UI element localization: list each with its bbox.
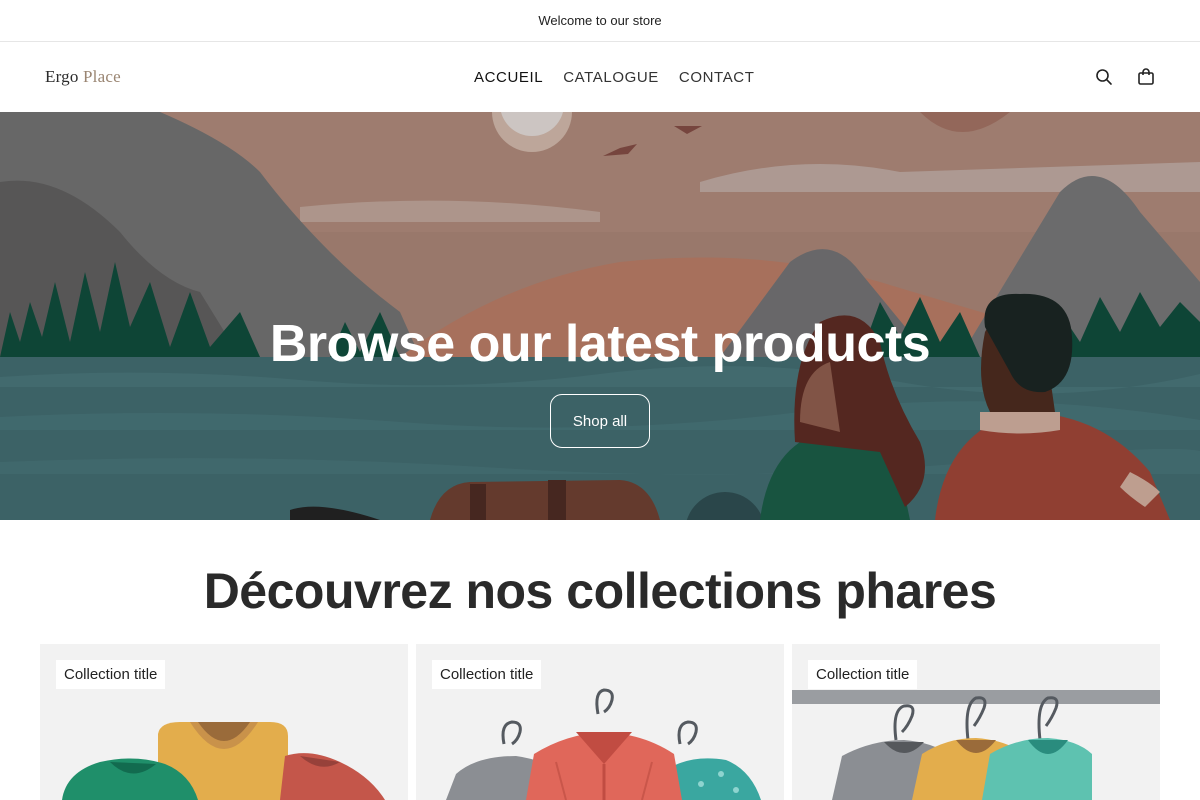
announcement-text: Welcome to our store [538,13,662,28]
search-icon[interactable] [1094,67,1114,87]
announcement-bar: Welcome to our store [0,0,1200,42]
main-nav: ACCUEIL CATALOGUE CONTACT [474,69,755,86]
collection-card-1[interactable]: Collection title [40,644,408,800]
hero-banner: Browse our latest products Shop all [0,112,1200,520]
collection-card-2[interactable]: Collection title [416,644,784,800]
logo-word-2: Place [83,67,121,86]
nav-contact[interactable]: CONTACT [679,69,755,86]
logo-word-1: Ergo [45,67,79,86]
collections-title: Découvrez nos collections phares [203,563,997,619]
site-header: Ergo Place ACCUEIL CATALOGUE CONTACT [0,43,1200,112]
collection-label: Collection title [56,660,166,689]
hero-title: Browse our latest products [269,315,931,373]
nav-accueil[interactable]: ACCUEIL [474,69,543,86]
collection-card-3[interactable]: Collection title [792,644,1160,800]
bag-icon[interactable] [1136,67,1156,87]
nav-catalogue[interactable]: CATALOGUE [563,69,659,86]
collection-label: Collection title [432,660,542,689]
shop-all-button[interactable]: Shop all [550,394,650,448]
store-logo[interactable]: Ergo Place [45,67,121,87]
collection-label: Collection title [808,660,918,689]
